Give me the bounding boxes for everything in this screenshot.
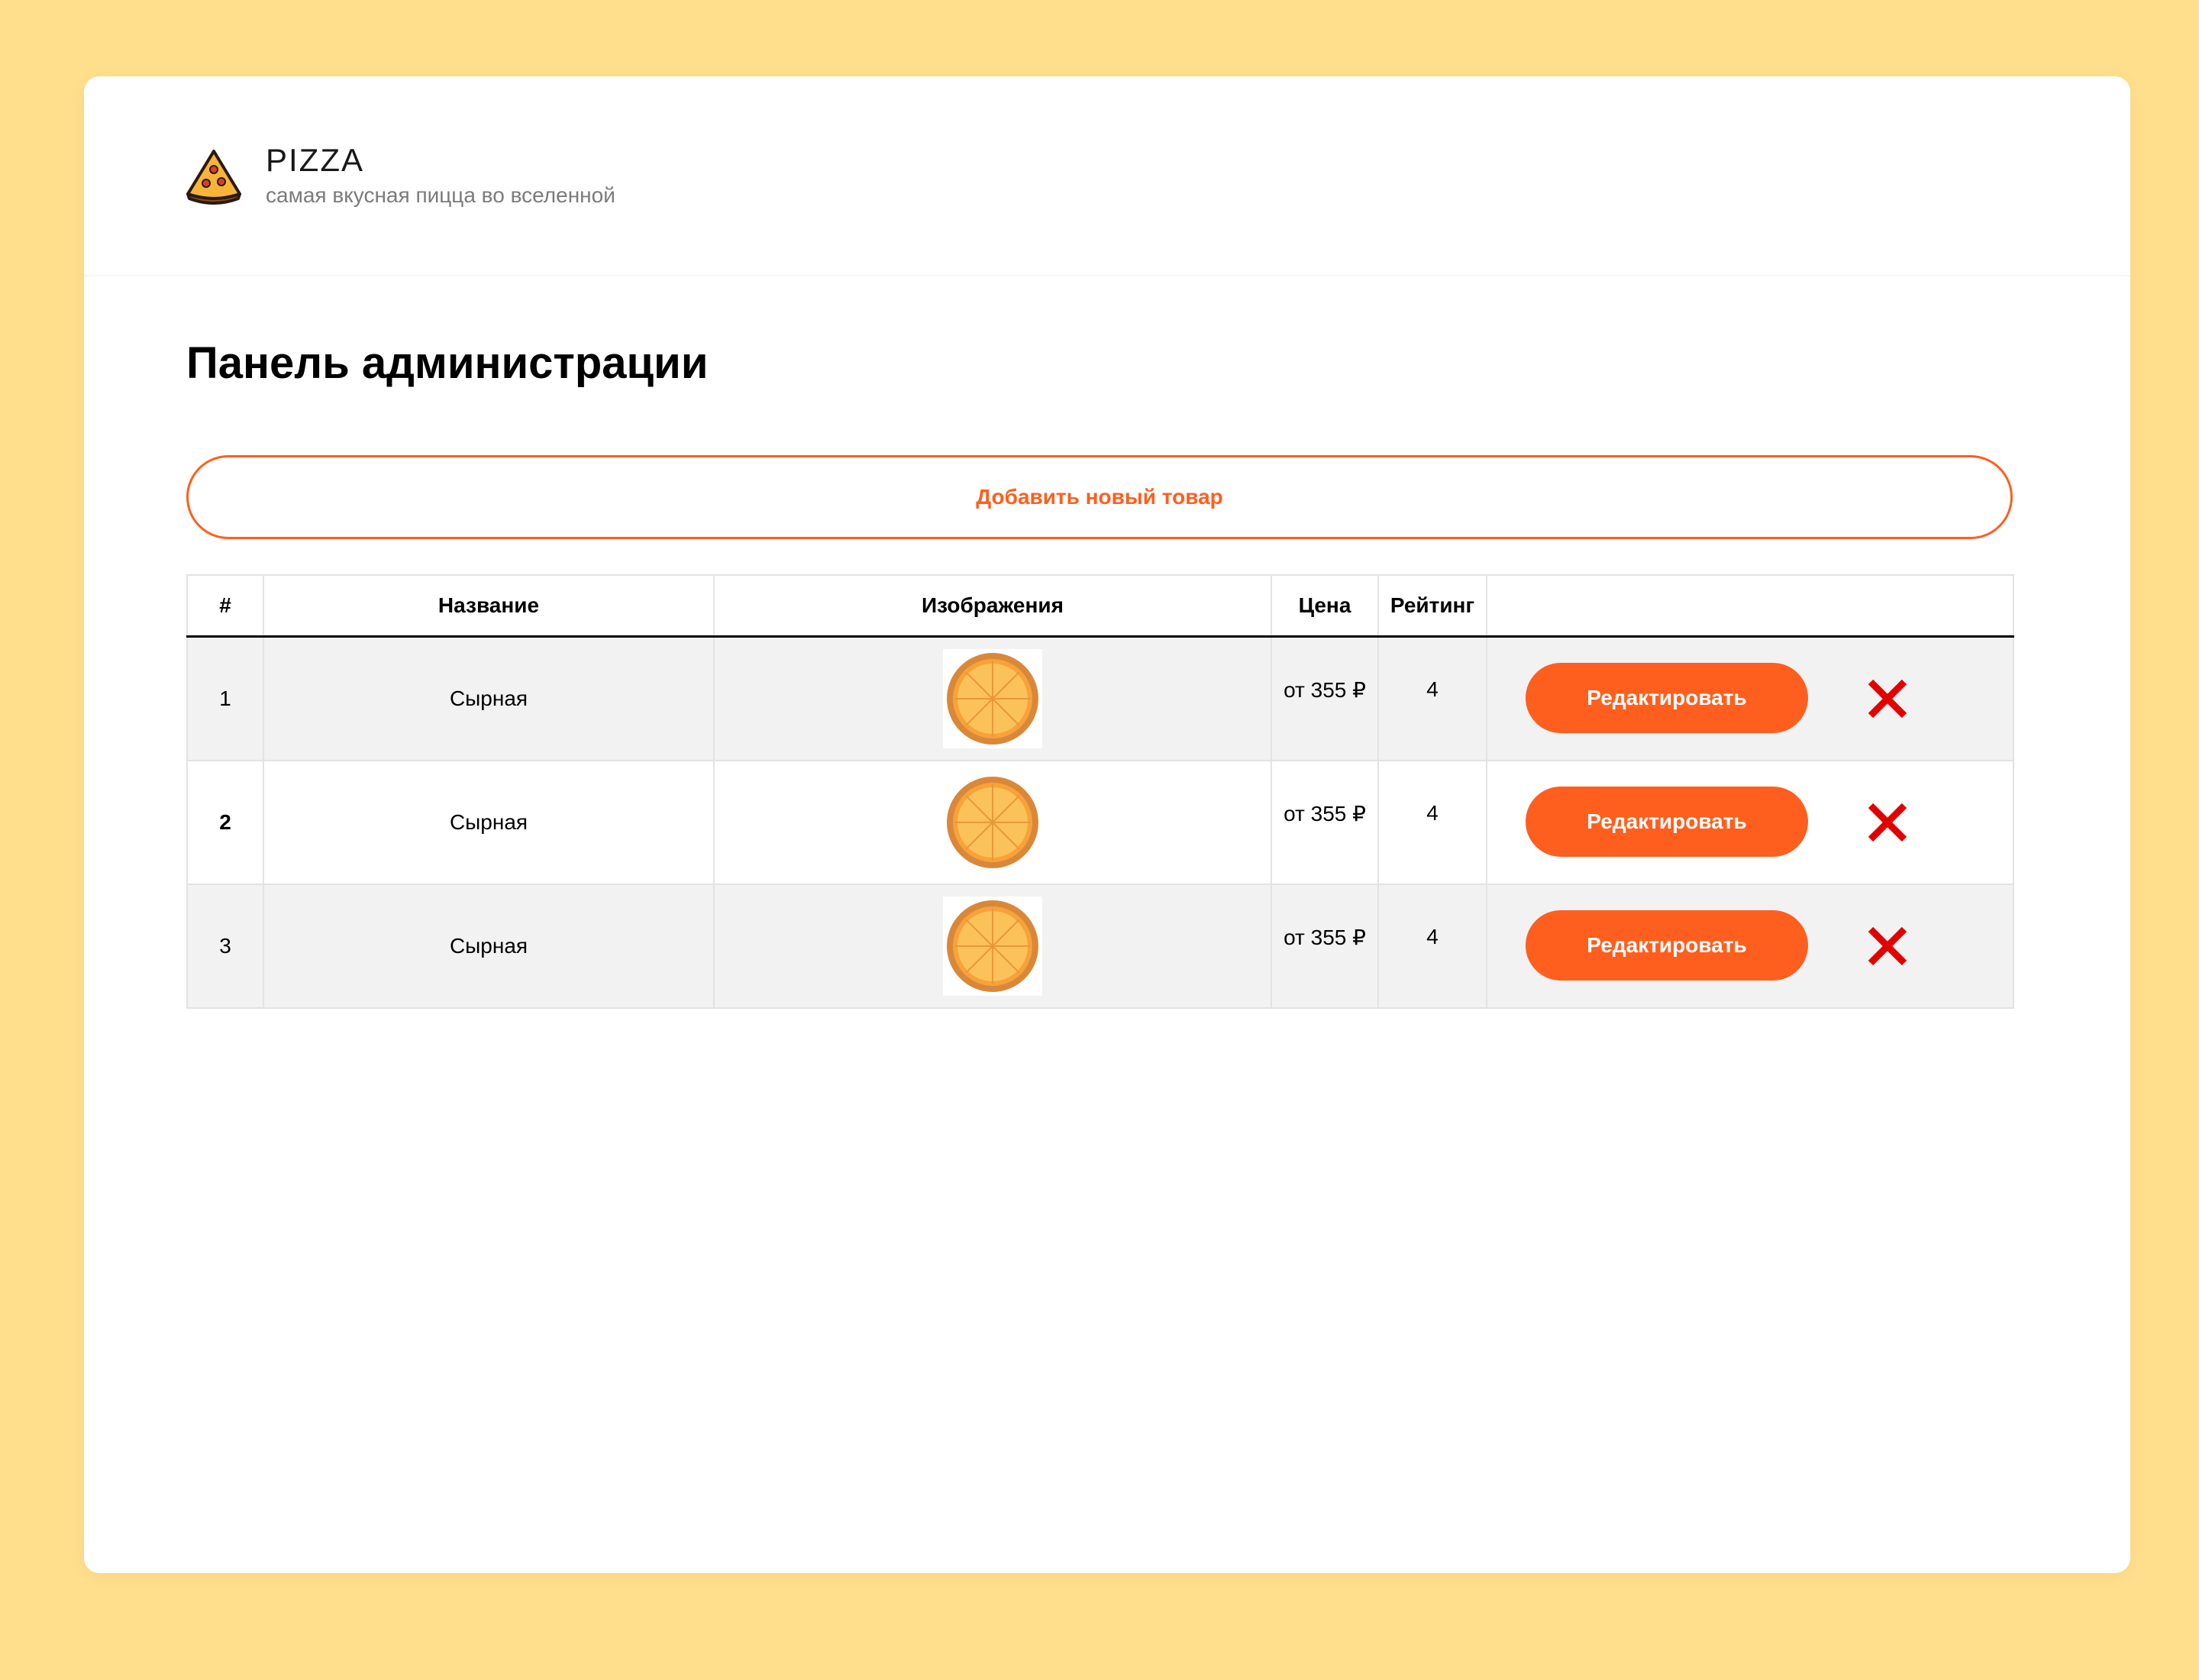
- row-image-cell: [713, 635, 1272, 761]
- brand-title[interactable]: PIZZA: [266, 142, 364, 179]
- row-num: 1: [186, 635, 264, 761]
- edit-button[interactable]: Редактировать: [1526, 909, 1808, 981]
- close-icon[interactable]: [1866, 801, 1909, 844]
- header-rating: Рейтинг: [1377, 574, 1487, 638]
- row-rating: 4: [1377, 759, 1487, 885]
- row-rating: 4: [1377, 635, 1487, 761]
- row-name: Сырная: [263, 883, 715, 1009]
- row-actions: Редактировать: [1486, 635, 2014, 761]
- table-header-row: # Название Изображения Цена Рейтинг: [186, 574, 2014, 638]
- page-title: Панель администрации: [186, 338, 709, 388]
- add-product-button[interactable]: Добавить новый товар: [186, 455, 2013, 539]
- row-price: от 355 ₽: [1271, 635, 1379, 761]
- row-rating: 4: [1377, 883, 1487, 1009]
- row-num: 2: [186, 759, 264, 885]
- header: PIZZA самая вкусная пицца во вселенной: [84, 76, 2130, 276]
- pizza-image: [943, 896, 1042, 996]
- row-image-cell: [713, 759, 1272, 885]
- row-name: Сырная: [263, 635, 715, 761]
- row-price: от 355 ₽: [1271, 759, 1379, 885]
- table-row: 3 Сырная от 355 ₽ 4 Редактировать: [186, 883, 2014, 1009]
- pizza-image: [943, 772, 1042, 872]
- row-num: 3: [186, 883, 264, 1009]
- pizza-image: [943, 648, 1042, 748]
- row-actions: Редактировать: [1486, 759, 2014, 885]
- row-image-cell: [713, 883, 1272, 1009]
- close-icon[interactable]: [1866, 677, 1909, 720]
- pizza-slice-icon[interactable]: [185, 147, 243, 205]
- edit-button[interactable]: Редактировать: [1526, 662, 1808, 733]
- header-name: Название: [263, 574, 715, 638]
- row-actions: Редактировать: [1486, 883, 2014, 1009]
- table-row: 2 Сырная от 355 ₽ 4 Редактировать: [186, 759, 2014, 885]
- row-price: от 355 ₽: [1271, 883, 1379, 1009]
- table-row: 1 Сырная от 355 ₽ 4 Редактировать: [186, 635, 2014, 761]
- row-name: Сырная: [263, 759, 715, 885]
- header-image: Изображения: [713, 574, 1272, 638]
- header-actions: [1486, 574, 2014, 638]
- edit-button[interactable]: Редактировать: [1526, 786, 1808, 857]
- header-price: Цена: [1271, 574, 1379, 638]
- products-table: # Название Изображения Цена Рейтинг 1 Сы…: [186, 574, 2014, 1009]
- main-card: PIZZA самая вкусная пицца во вселенной П…: [84, 76, 2130, 1573]
- close-icon[interactable]: [1866, 925, 1909, 968]
- brand-subtitle: самая вкусная пицца во вселенной: [266, 183, 615, 207]
- header-num: #: [186, 574, 264, 638]
